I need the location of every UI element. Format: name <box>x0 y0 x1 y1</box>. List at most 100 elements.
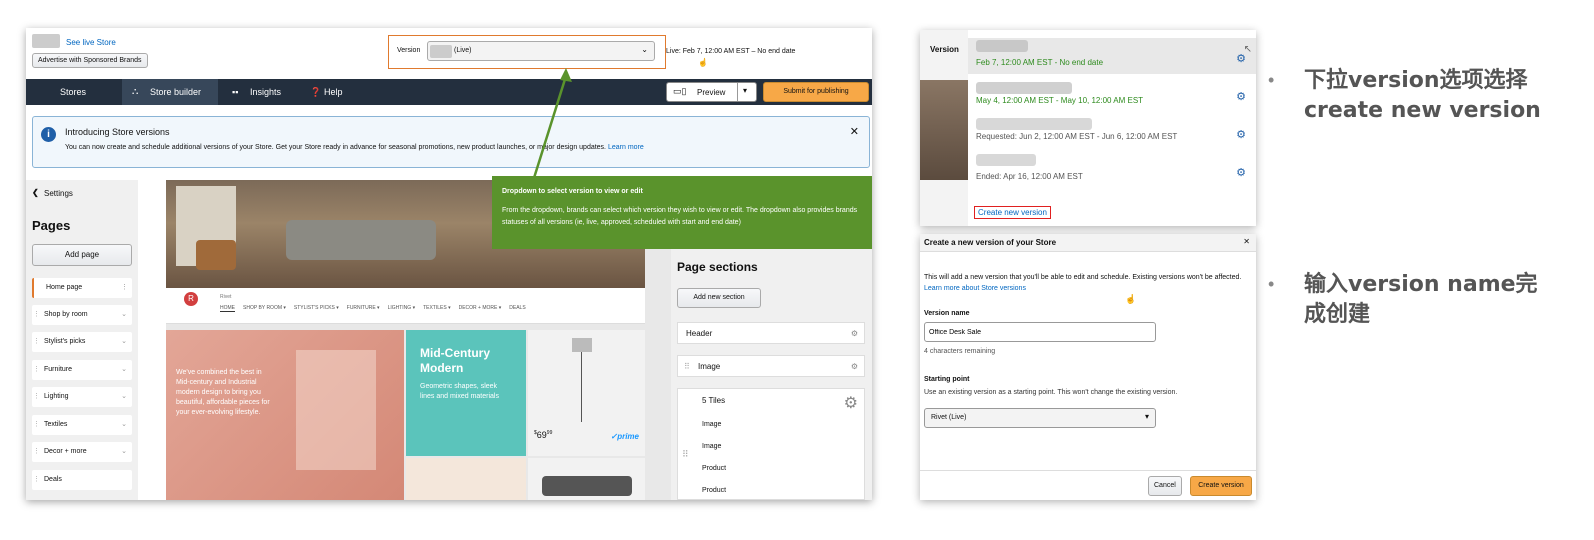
settings-link[interactable]: Settings <box>44 189 73 198</box>
section-item-tiles[interactable]: ⠿ 5 Tiles ⚙ Image Image Product Product <box>677 388 865 500</box>
drag-handle-icon[interactable]: ⋮ <box>33 415 40 435</box>
nav-store-builder-tab[interactable]: ⛬ Store builder <box>122 79 218 105</box>
page-item[interactable]: ⋮ Stylist's picks ⌄ <box>32 332 132 352</box>
page-label: Deals <box>44 476 62 483</box>
banner-learn-more-link[interactable]: Learn more <box>608 144 644 151</box>
drag-handle-icon[interactable]: ⋮ <box>33 305 40 325</box>
version-name-blur <box>976 118 1092 130</box>
product-tile-lamp[interactable]: $6999 ✓prime <box>528 330 645 456</box>
page-item-home[interactable]: Home page ⋮ <box>32 278 132 298</box>
price: $6999 <box>534 430 553 440</box>
see-live-store-link[interactable]: See live Store <box>66 38 116 47</box>
gear-icon[interactable]: ⚙ <box>851 356 858 378</box>
bullet-dot: • <box>1268 274 1275 294</box>
version-date: Requested: Jun 2, 12:00 AM EST - Jun 6, … <box>976 132 1178 141</box>
page-item[interactable]: ⋮ Furniture ⌄ <box>32 360 132 380</box>
dropdown-item[interactable]: May 4, 12:00 AM EST - May 10, 12:00 AM E… <box>968 80 1256 114</box>
dropdown-item[interactable]: Ended: Apr 16, 12:00 AM EST ⚙ <box>968 154 1256 188</box>
store-menu-item[interactable]: SHOP BY ROOM ▾ <box>243 305 286 312</box>
hero-tile: We've combined the best in Mid-century a… <box>166 330 404 500</box>
drag-handle-icon[interactable]: ⋮ <box>33 360 40 380</box>
modal-intro: This will add a new version that you'll … <box>924 272 1254 294</box>
version-name-blur <box>430 45 452 58</box>
store-menu-item[interactable]: HOME <box>220 305 235 312</box>
starting-point-select[interactable]: Rivet (Live) ▾ <box>924 408 1156 428</box>
version-select-value: (Live) <box>454 47 472 54</box>
page-item[interactable]: ⋮ Textiles ⌄ <box>32 415 132 435</box>
drag-handle-icon[interactable]: ⠿ <box>682 449 689 460</box>
product-tile[interactable] <box>406 458 526 500</box>
advertise-button[interactable]: Advertise with Sponsored Brands <box>32 53 148 68</box>
create-version-button[interactable]: Create version <box>1190 476 1252 496</box>
version-dropdown-screenshot: Version Feb 7, 12:00 AM EST - No end dat… <box>920 30 1256 226</box>
section-item-image[interactable]: ⠿ Image ⚙ <box>677 355 865 377</box>
page-item[interactable]: ⋮ Lighting ⌄ <box>32 387 132 407</box>
close-icon[interactable]: ✕ <box>850 125 859 138</box>
chevron-down-icon: ▾ <box>1144 412 1149 421</box>
nav-insights[interactable]: Insights <box>250 87 281 97</box>
section-item-header[interactable]: Header ⚙ <box>677 322 865 344</box>
create-new-version-link[interactable]: Create new version <box>974 206 1051 219</box>
gear-icon[interactable]: ⚙ <box>1236 166 1246 179</box>
store-menu-item[interactable]: FURNITURE ▾ <box>347 305 380 312</box>
page-item[interactable]: ⋮ Decor + more ⌄ <box>32 442 132 462</box>
lamp-shade <box>572 338 592 352</box>
arrow-connector <box>532 68 572 179</box>
add-section-button[interactable]: Add new section <box>677 288 761 308</box>
version-select[interactable]: (Live) ⌄ <box>427 41 655 61</box>
page-label: Home page <box>46 284 83 291</box>
hero-tile-text: We've combined the best in Mid-century a… <box>176 369 270 416</box>
version-label: Version <box>397 47 421 54</box>
tile-subitem[interactable]: Product <box>702 465 726 472</box>
preview-button[interactable]: ▭▯ Preview ▾ <box>666 82 757 102</box>
gear-icon[interactable]: ⚙ <box>851 323 858 345</box>
left-nav: ❮ Settings Pages Add page Home page ⋮ ⋮ Sh… <box>26 180 138 500</box>
tile-subitem[interactable]: Image <box>702 421 721 428</box>
arrow-head <box>560 68 572 82</box>
divider <box>920 470 1256 471</box>
chevron-left-icon[interactable]: ❮ <box>32 188 39 197</box>
tile-subitem[interactable]: Image <box>702 443 721 450</box>
gear-icon[interactable]: ⚙ <box>1236 128 1246 141</box>
dropdown-item[interactable]: Requested: Jun 2, 12:00 AM EST - Jun 6, … <box>968 118 1256 152</box>
mcm-title: Mid-Century Modern <box>420 346 490 375</box>
drag-handle-icon[interactable]: ⠿ <box>684 356 690 378</box>
dropdown-item[interactable]: Feb 7, 12:00 AM EST - No end date ⚙ ↖ <box>968 38 1256 74</box>
store-menu-item[interactable]: DEALS <box>509 305 525 312</box>
tile-subitem[interactable]: Product <box>702 487 726 494</box>
main-nav: Stores ⛬ Store builder ▪▪ Insights ❓ Hel… <box>26 79 872 105</box>
version-date: Ended: Apr 16, 12:00 AM EST <box>976 172 1083 181</box>
drag-handle-icon[interactable]: ⋮ <box>33 332 40 352</box>
version-highlight: Version (Live) ⌄ <box>388 35 666 69</box>
store-menu-item[interactable]: STYLIST'S PICKS ▾ <box>294 305 339 312</box>
submit-publishing-button[interactable]: Submit for publishing <box>763 82 869 102</box>
bullet-dot: • <box>1268 70 1275 90</box>
brand-logo: R <box>184 292 198 306</box>
store-menu-item[interactable]: TEXTILES ▾ <box>423 305 451 312</box>
drag-handle-icon[interactable]: ⋮ <box>33 387 40 407</box>
learn-more-link[interactable]: Learn more about Store versions <box>924 285 1026 292</box>
drag-handle-icon[interactable]: ⋮ <box>121 278 128 298</box>
store-menu: HOME SHOP BY ROOM ▾ STYLIST'S PICKS ▾ FU… <box>220 305 526 312</box>
cancel-button[interactable]: Cancel <box>1148 476 1182 496</box>
product-tile-sofa[interactable] <box>528 458 645 500</box>
drag-handle-icon[interactable]: ⋮ <box>33 470 40 490</box>
store-menu-item[interactable]: DECOR + MORE ▾ <box>459 305 502 312</box>
page-label: Lighting <box>44 393 69 400</box>
add-page-button[interactable]: Add page <box>32 244 132 266</box>
drag-handle-icon[interactable]: ⋮ <box>33 442 40 462</box>
nav-stores[interactable]: Stores <box>60 87 86 97</box>
cursor-hand-icon: ☝ <box>1125 294 1137 304</box>
lamp-stand <box>581 352 582 422</box>
store-menu-item[interactable]: LIGHTING ▾ <box>388 305 416 312</box>
version-name-input[interactable] <box>924 322 1156 342</box>
gear-icon[interactable]: ⚙ <box>844 393 858 413</box>
note-text: 输入version name完成创建 <box>1304 272 1538 327</box>
close-icon[interactable]: ✕ <box>1243 237 1250 246</box>
gear-icon[interactable]: ⚙ <box>1236 90 1246 103</box>
page-item[interactable]: ⋮ Deals <box>32 470 132 490</box>
page-label: Shop by room <box>44 311 88 318</box>
divider <box>737 83 738 101</box>
nav-help[interactable]: Help <box>324 87 343 97</box>
page-item[interactable]: ⋮ Shop by room ⌄ <box>32 305 132 325</box>
